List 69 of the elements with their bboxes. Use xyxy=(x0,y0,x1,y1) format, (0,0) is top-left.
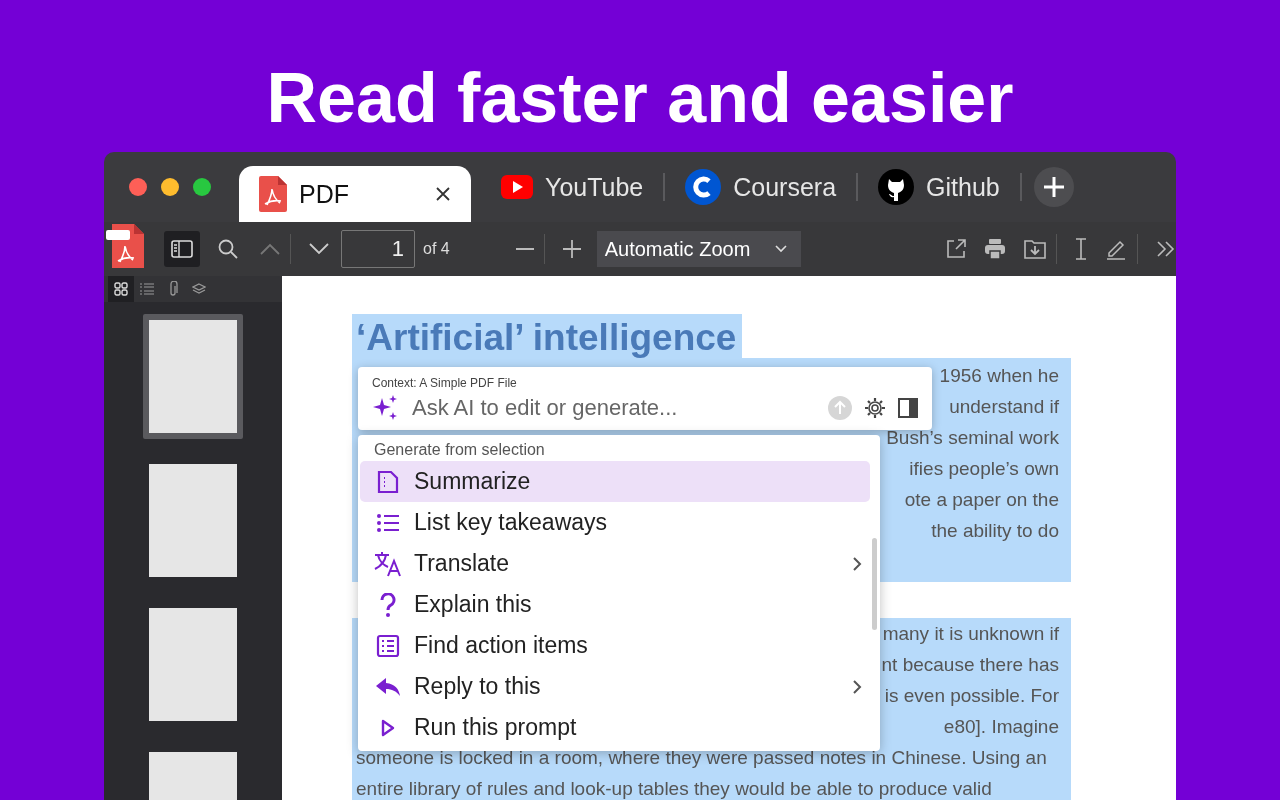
browser-tab[interactable]: PDF xyxy=(239,166,471,222)
chevron-down-icon[interactable] xyxy=(309,243,329,255)
paperclip-icon xyxy=(168,281,178,297)
menu-item[interactable]: Translate xyxy=(360,543,870,584)
chevron-up-icon[interactable] xyxy=(260,243,280,255)
play-button-icon xyxy=(501,175,533,199)
list-icon xyxy=(374,512,402,533)
ai-prompt-field[interactable]: Ask AI to edit or generate... xyxy=(412,395,816,421)
paragraph-line: someone is locked in a room, where they were passed notes in Chinese. Using an xyxy=(356,747,1047,768)
pen-icon[interactable] xyxy=(1105,238,1127,260)
page-count: of 4 xyxy=(423,240,450,258)
context-label: Context: A Simple PDF File xyxy=(372,376,518,390)
print-icon[interactable] xyxy=(984,238,1006,260)
page-thumbnail[interactable] xyxy=(143,314,243,439)
zoom-out-icon[interactable] xyxy=(515,247,534,251)
ai-prompt-box[interactable]: Context: A Simple PDF File Ask AI to edit or generate... xyxy=(358,367,932,430)
paragraph-line: entire library of rules and look-up tables they would be able to produce valid xyxy=(356,778,992,799)
open-external-icon[interactable] xyxy=(946,239,966,259)
settings-icon[interactable] xyxy=(864,397,886,419)
zoom-in-icon[interactable] xyxy=(562,240,581,258)
document-heading: ‘Artificial’ intelligence xyxy=(352,314,743,358)
menu-item[interactable]: List key takeaways xyxy=(360,502,870,543)
browser-tab[interactable]: Coursera xyxy=(665,159,857,215)
paragraph-line: 1956 when he xyxy=(939,365,1059,386)
cat-icon xyxy=(878,169,915,205)
side-panel-icon[interactable] xyxy=(898,398,918,418)
paragraph-line: e80]. Imagine xyxy=(943,716,1059,737)
list-icon xyxy=(140,283,154,295)
menu-item[interactable]: Explain this xyxy=(360,584,870,625)
menu-item[interactable]: Find action items xyxy=(360,625,870,666)
paragraph-line: ote a paper on the xyxy=(904,489,1059,510)
page-number-field[interactable]: 1 xyxy=(341,230,415,268)
circle-c-icon xyxy=(685,169,722,205)
caret-icon xyxy=(774,245,787,253)
menu-item[interactable]: Run this prompt xyxy=(360,707,870,748)
paragraph-line: is even possible. For xyxy=(884,685,1059,706)
pdf-file-icon xyxy=(259,176,287,212)
maximize-window-icon[interactable] xyxy=(193,178,211,196)
sidebar-tab[interactable] xyxy=(108,276,134,302)
paragraph-line: ifies people’s own xyxy=(909,458,1059,479)
menu-item[interactable]: Reply to this xyxy=(360,666,870,707)
sidebar-icon xyxy=(171,240,193,258)
zoom-dropdown[interactable]: Automatic Zoom xyxy=(596,231,801,267)
browser-tab[interactable]: Github xyxy=(858,159,1020,215)
layers-icon xyxy=(192,283,206,295)
text-cursor-icon[interactable] xyxy=(1075,238,1087,260)
close-window-icon[interactable] xyxy=(129,178,147,196)
paragraph-line: many it is unknown if xyxy=(882,623,1059,644)
paragraph-line: understand if xyxy=(949,396,1059,417)
menu-item[interactable]: Summarize xyxy=(360,461,870,502)
reply-arrow-icon xyxy=(374,676,402,697)
scrollbar[interactable] xyxy=(872,538,877,630)
translate-icon xyxy=(374,550,402,577)
grid-icon xyxy=(114,282,128,296)
checklist-icon xyxy=(374,633,402,658)
paragraph-line: nt because there has xyxy=(881,654,1059,675)
headline: Read faster and easier xyxy=(266,60,1014,136)
download-icon[interactable] xyxy=(1024,239,1046,259)
pdf-file-icon xyxy=(106,224,146,270)
new-tab-icon[interactable] xyxy=(1033,167,1074,207)
menu-section-label: Generate from selection xyxy=(373,441,546,460)
sidebar-toggle-button[interactable] xyxy=(164,231,200,267)
paragraph-line: the ability to do xyxy=(931,520,1059,541)
paragraph-line: Bush’s seminal work xyxy=(886,427,1059,448)
browser-tab[interactable]: YouTube xyxy=(481,159,664,215)
search-icon[interactable] xyxy=(218,239,238,259)
close-icon[interactable] xyxy=(435,186,451,202)
double-chevron-icon[interactable] xyxy=(1156,241,1176,257)
minimize-window-icon[interactable] xyxy=(161,178,179,196)
